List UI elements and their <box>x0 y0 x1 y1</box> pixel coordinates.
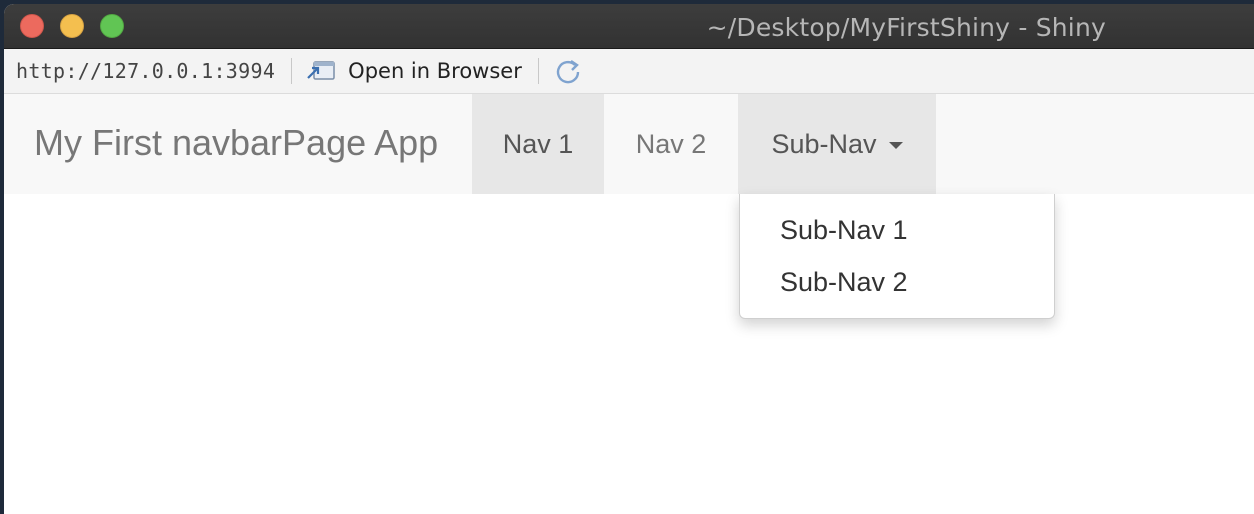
open-in-browser-button[interactable]: Open in Browser <box>306 59 522 83</box>
shiny-viewer-window: ~/Desktop/MyFirstShiny - Shiny http://12… <box>4 4 1254 514</box>
sub-nav-dropdown-menu: Sub-Nav 1 Sub-Nav 2 <box>739 194 1055 319</box>
toolbar-divider <box>291 58 293 84</box>
close-window-button[interactable] <box>20 14 44 38</box>
tab-nav-1-label: Nav 1 <box>502 128 574 159</box>
caret-down-icon <box>888 142 903 149</box>
toolbar-divider <box>537 58 539 84</box>
window-title: ~/Desktop/MyFirstShiny - Shiny <box>706 13 1106 42</box>
tab-nav-2[interactable]: Nav 2 <box>604 94 738 194</box>
tab-nav-1[interactable]: Nav 1 <box>472 94 604 194</box>
dropdown-item-sub-nav-1[interactable]: Sub-Nav 1 <box>740 204 1054 256</box>
title-bar[interactable]: ~/Desktop/MyFirstShiny - Shiny <box>4 4 1254 49</box>
refresh-icon[interactable] <box>553 56 583 86</box>
navbar-brand[interactable]: My First navbarPage App <box>34 122 438 164</box>
open-in-browser-label: Open in Browser <box>348 59 522 83</box>
minimize-window-button[interactable] <box>60 14 84 38</box>
tab-nav-2-label: Nav 2 <box>635 128 707 159</box>
dropdown-item-sub-nav-2[interactable]: Sub-Nav 2 <box>740 256 1054 308</box>
navbar: My First navbarPage App Nav 1 Nav 2 Sub-… <box>4 94 1254 195</box>
tab-sub-nav-label: Sub-Nav <box>771 128 877 159</box>
page-content <box>4 194 1254 514</box>
open-in-browser-icon <box>307 61 335 80</box>
address-bar: http://127.0.0.1:3994 Open in Browser <box>4 49 1254 94</box>
url-display[interactable]: http://127.0.0.1:3994 <box>16 59 275 83</box>
maximize-window-button[interactable] <box>100 14 124 38</box>
tab-sub-nav-dropdown[interactable]: Sub-Nav <box>738 94 936 194</box>
